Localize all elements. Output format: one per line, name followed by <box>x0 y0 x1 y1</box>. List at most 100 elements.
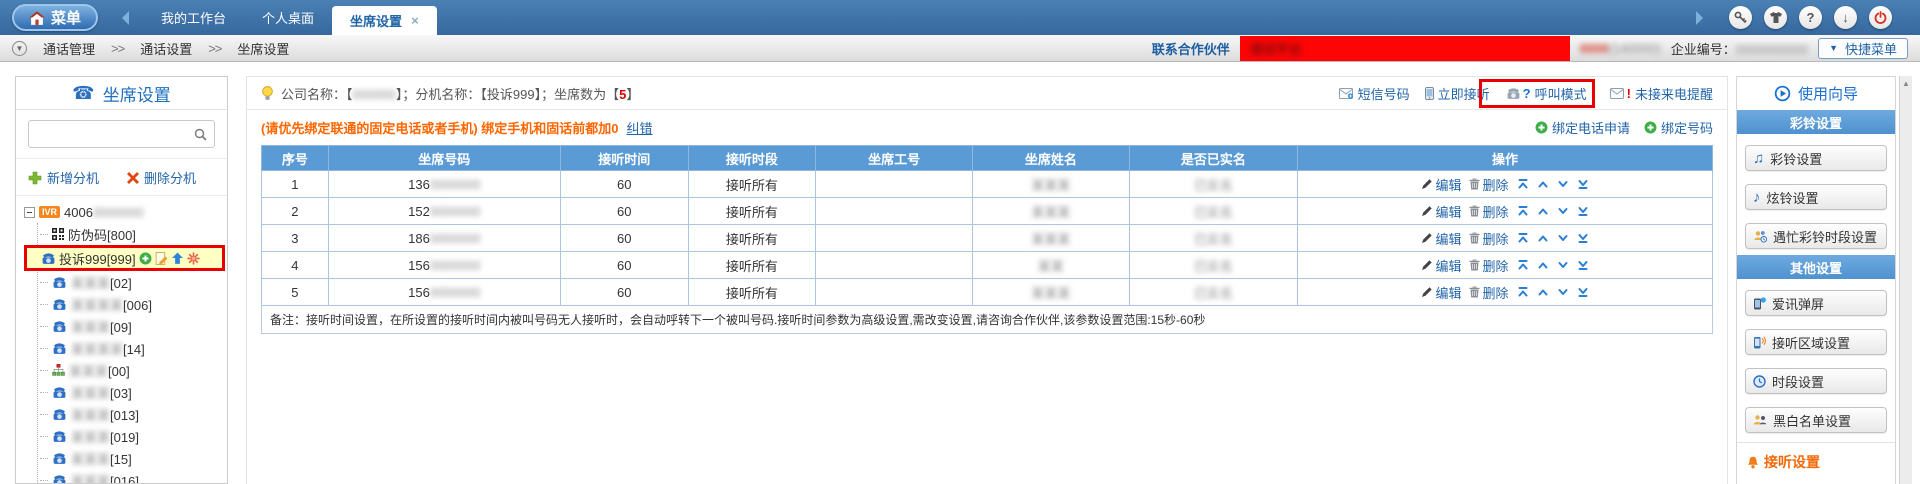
move-bottom-icon[interactable] <box>1577 205 1589 217</box>
company-info: 公司名称：【000000】；分机名称：【投诉999】；坐席数为【5】 <box>261 84 639 103</box>
breadcrumb-item-call-settings[interactable]: 通话设置 <box>140 39 192 58</box>
edit-button[interactable]: 编辑 <box>1421 202 1461 221</box>
edit-button[interactable]: 编辑 <box>1421 175 1461 194</box>
tree-node-anticounterfeit[interactable]: 防伪码[800] <box>40 223 225 245</box>
tree-root[interactable]: IVR 40060000000 <box>24 201 225 223</box>
breadcrumb: ▼ 通话管理 >> 通话设置 >> 坐席设置 <box>12 39 289 58</box>
contact-partner-link[interactable]: 联系合作伙伴 <box>1152 39 1230 58</box>
password-button[interactable] <box>1729 6 1752 29</box>
delete-button[interactable]: 删除 <box>1469 175 1508 194</box>
black-white-list-button[interactable]: 黑白名单设置 <box>1745 407 1887 433</box>
bind-number-link[interactable]: 绑定号码 <box>1644 118 1713 137</box>
power-icon <box>1874 11 1887 24</box>
scrollbar[interactable]: ▲ <box>1899 76 1912 484</box>
main-subheader: (请优先绑定联通的固定电话或者手机) 绑定手机和固话前都加0纠错 绑定电话申请 … <box>247 110 1727 143</box>
move-down-icon[interactable] <box>1557 259 1569 271</box>
edit-extension-icon[interactable] <box>155 252 168 265</box>
tree-node[interactable]: 某某某[09] <box>40 315 225 337</box>
move-top-icon[interactable] <box>1517 232 1529 244</box>
edit-button[interactable]: 编辑 <box>1421 229 1461 248</box>
error-correction-link[interactable]: 纠错 <box>627 121 653 136</box>
close-icon[interactable]: × <box>411 13 419 28</box>
tree-node[interactable]: 某某某[02] <box>40 271 225 293</box>
logout-button[interactable] <box>1869 6 1892 29</box>
tree-node[interactable]: 某某某某[14] <box>40 337 225 359</box>
edit-button[interactable]: 编辑 <box>1421 283 1461 302</box>
answer-settings-link[interactable]: 接听设置 <box>1737 442 1895 481</box>
quick-menu-button[interactable]: ▼ 快捷菜单 <box>1818 38 1908 59</box>
busy-ringtone-period-button[interactable]: 遇忙彩铃时段设置 <box>1745 223 1887 249</box>
help-button[interactable]: ? <box>1799 6 1822 29</box>
search-icon[interactable] <box>194 128 207 141</box>
ringtone-settings-button[interactable]: ♫ 彩铃设置 <box>1745 145 1887 171</box>
move-top-icon[interactable] <box>1517 205 1529 217</box>
delete-extension-button[interactable]: 删除分机 <box>127 168 196 187</box>
sms-envelope-icon <box>1339 88 1354 99</box>
bind-phone-apply-link[interactable]: 绑定电话申请 <box>1535 118 1630 137</box>
move-up-icon[interactable] <box>1537 178 1549 190</box>
tree-node[interactable]: 某某某[15] <box>40 447 225 469</box>
add-agent-icon[interactable] <box>139 252 152 265</box>
delete-button[interactable]: 删除 <box>1469 256 1508 275</box>
missed-call-alert-link[interactable]: ! 未接来电提醒 <box>1610 84 1713 103</box>
move-bottom-icon[interactable] <box>1577 286 1589 298</box>
tab-agent-settings[interactable]: 坐席设置 × <box>332 6 437 35</box>
move-up-icon[interactable] <box>1537 286 1549 298</box>
call-mode-link[interactable]: ? 呼叫模式 <box>1479 79 1595 108</box>
xuanling-settings-button[interactable]: ♪ 炫铃设置 <box>1745 184 1887 210</box>
tree-node-selected[interactable]: 投诉999[999] <box>24 245 225 271</box>
tabs-scroll-right-icon[interactable] <box>1696 11 1703 25</box>
tree-node[interactable]: 某某某[03] <box>40 381 225 403</box>
collapse-icon[interactable]: ▼ <box>12 41 27 56</box>
tree-node[interactable]: 某某某某[006] <box>40 293 225 315</box>
tree-node[interactable]: 某某某[013] <box>40 403 225 425</box>
trash-icon <box>1469 232 1480 244</box>
theme-button[interactable] <box>1764 6 1787 29</box>
popup-screen-button[interactable]: 爱讯弹屏 <box>1745 290 1887 316</box>
move-up-icon[interactable] <box>171 252 184 265</box>
download-button[interactable]: ↓ <box>1834 6 1857 29</box>
time-period-button[interactable]: 时段设置 <box>1745 368 1887 394</box>
add-extension-button[interactable]: 新增分机 <box>28 168 99 187</box>
menu-button[interactable]: 菜单 <box>12 4 98 31</box>
col-agent-number: 坐席号码 <box>328 146 560 171</box>
edit-button[interactable]: 编辑 <box>1421 256 1461 275</box>
tree-node-workgroup[interactable]: 某某某[00] <box>40 359 225 381</box>
answer-area-button[interactable]: 接听区域设置 <box>1745 329 1887 355</box>
tree-node[interactable]: 某某某[016] <box>40 469 225 484</box>
delete-button[interactable]: 删除 <box>1469 202 1508 221</box>
home-icon <box>29 11 45 25</box>
qr-code-icon <box>52 228 64 240</box>
remove-icon[interactable] <box>187 252 200 265</box>
account-name: 0000(140000) <box>1580 41 1661 56</box>
move-top-icon[interactable] <box>1517 286 1529 298</box>
move-up-icon[interactable] <box>1537 259 1549 271</box>
tabs-scroll-left-icon[interactable] <box>122 11 129 25</box>
move-down-icon[interactable] <box>1557 178 1569 190</box>
tab-personal-desktop[interactable]: 个人桌面 <box>244 0 332 35</box>
move-top-icon[interactable] <box>1517 178 1529 190</box>
sms-number-link[interactable]: 短信号码 <box>1339 84 1410 103</box>
move-up-icon[interactable] <box>1537 205 1549 217</box>
envelope-alert-icon <box>1610 88 1625 99</box>
move-bottom-icon[interactable] <box>1577 259 1589 271</box>
move-down-icon[interactable] <box>1557 232 1569 244</box>
tab-my-workbench[interactable]: 我的工作台 <box>143 0 244 35</box>
extension-search-input[interactable] <box>36 126 194 143</box>
move-down-icon[interactable] <box>1557 205 1569 217</box>
breadcrumb-item-call-management[interactable]: 通话管理 <box>43 39 95 58</box>
usage-guide-link[interactable]: 使用向导 <box>1737 77 1895 110</box>
move-up-icon[interactable] <box>1537 232 1549 244</box>
tree-node[interactable]: 某某某[019] <box>40 425 225 447</box>
delete-button[interactable]: 删除 <box>1469 283 1508 302</box>
move-bottom-icon[interactable] <box>1577 178 1589 190</box>
move-bottom-icon[interactable] <box>1577 232 1589 244</box>
sidebar-search <box>16 110 227 159</box>
breadcrumb-item-agent-settings[interactable]: 坐席设置 <box>237 39 289 58</box>
delete-button[interactable]: 删除 <box>1469 229 1508 248</box>
scroll-up-icon[interactable]: ▲ <box>1902 79 1910 88</box>
collapse-toggle-icon[interactable] <box>24 207 35 218</box>
move-top-icon[interactable] <box>1517 259 1529 271</box>
clock-icon <box>1753 375 1766 388</box>
move-down-icon[interactable] <box>1557 286 1569 298</box>
